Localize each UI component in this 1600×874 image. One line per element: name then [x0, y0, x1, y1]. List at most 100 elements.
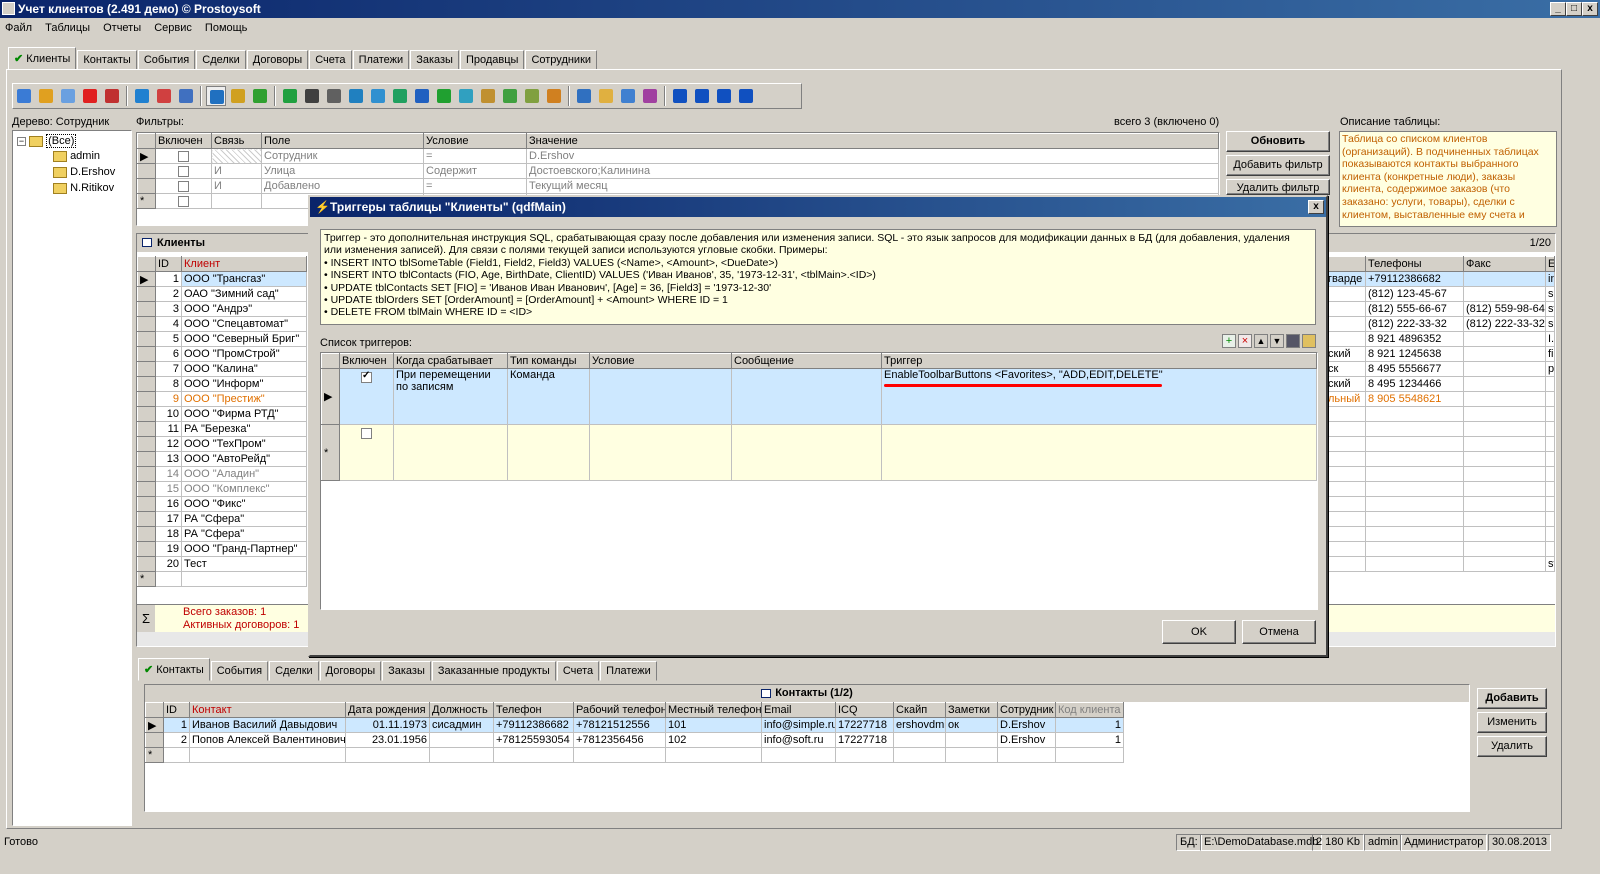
contact-col[interactable]: Заметки	[945, 702, 998, 718]
table-row[interactable]: 18 РА "Сфера"	[137, 526, 307, 542]
tab-deals-sub[interactable]: Сделки	[269, 661, 319, 681]
filter-checkbox[interactable]	[178, 165, 189, 177]
chart-icon[interactable]	[544, 86, 564, 106]
menu-file[interactable]: Файл	[0, 18, 37, 38]
last-record-icon[interactable]	[736, 86, 756, 106]
tab-orders[interactable]: Заказы	[410, 50, 459, 70]
move-up-icon[interactable]: ▲	[1254, 334, 1268, 348]
filter-row[interactable]: И Улица Содержит Достоевского;Калинина	[137, 163, 1219, 179]
trigger-row[interactable]: ▶ При перемещении по записям Команда Ena…	[321, 368, 1317, 425]
delete-filter-button[interactable]: Удалить фильтр	[1226, 179, 1330, 195]
funnel-icon[interactable]	[206, 86, 226, 106]
col-message[interactable]: Сообщение	[731, 353, 882, 369]
table-row[interactable]: 19 ООО "Гранд-Партнер"	[137, 541, 307, 557]
contact-col[interactable]: Телефон	[493, 702, 574, 718]
table-row[interactable]	[1325, 451, 1555, 467]
table-row[interactable]: 7 ООО "Калина"	[137, 361, 307, 377]
menu-help[interactable]: Помощь	[200, 18, 253, 38]
table-row[interactable]: sv	[1325, 556, 1555, 572]
export-icon[interactable]	[390, 86, 410, 106]
table-row[interactable]	[1325, 421, 1555, 437]
add-record-icon[interactable]	[14, 86, 34, 106]
table-export-icon[interactable]	[500, 86, 520, 106]
col-field[interactable]: Поле	[261, 133, 424, 149]
remove-icon[interactable]: ×	[1238, 334, 1252, 348]
table-row[interactable]: ский 8 495 1234466	[1325, 376, 1555, 392]
col-value[interactable]: Значение	[526, 133, 1219, 149]
save-icon[interactable]	[1286, 334, 1300, 348]
menu-service[interactable]: Сервис	[149, 18, 197, 38]
ok-button[interactable]: OK	[1162, 620, 1236, 644]
tab-employees[interactable]: Сотрудники	[525, 50, 598, 70]
filter-icon[interactable]	[132, 86, 152, 106]
table-row[interactable]: 9 ООО "Престиж"	[137, 391, 307, 407]
layout-icon[interactable]	[640, 86, 660, 106]
edit-pencil-icon[interactable]	[36, 86, 56, 106]
contact-col[interactable]: Контакт	[189, 702, 346, 718]
col-fax[interactable]: Факс	[1463, 256, 1546, 272]
trigger-code[interactable]: EnableToolbarButtons <Favorites>, "ADD,E…	[884, 370, 1163, 382]
filter-checkbox[interactable]	[178, 150, 189, 162]
contact-col[interactable]: Дата рождения	[345, 702, 430, 718]
grid-settings-icon[interactable]	[618, 86, 638, 106]
delete-contact-button[interactable]: Удалить	[1477, 736, 1547, 757]
table-row[interactable]: 10 ООО "Фирма РТД"	[137, 406, 307, 422]
tab-clients[interactable]: ✔ Клиенты	[8, 47, 77, 70]
menu-reports[interactable]: Отчеты	[98, 18, 146, 38]
table-row[interactable]: 14 ООО "Аладин"	[137, 466, 307, 482]
tab-contracts[interactable]: Договоры	[246, 50, 309, 70]
table-row[interactable]: 11 РА "Березка"	[137, 421, 307, 437]
delete-x-icon[interactable]	[80, 86, 100, 106]
edit-contact-button[interactable]: Изменить	[1477, 712, 1547, 733]
menu-tables[interactable]: Таблицы	[40, 18, 95, 38]
sort-icon[interactable]	[574, 86, 594, 106]
contact-col[interactable]: ID	[163, 702, 190, 718]
table-row[interactable]: 2 ОАО "Зимний сад"	[137, 286, 307, 302]
tree-filter-icon[interactable]	[228, 86, 248, 106]
new-row[interactable]: *	[137, 571, 307, 587]
table-row[interactable]: (812) 123-45-67sa	[1325, 286, 1555, 302]
col-client[interactable]: Клиент	[181, 256, 307, 272]
table-row[interactable]: 5 ООО "Северный Бриг"	[137, 331, 307, 347]
columns-icon[interactable]	[596, 86, 616, 106]
col-condition[interactable]: Условие	[589, 353, 732, 369]
word-icon[interactable]	[412, 86, 432, 106]
table-row[interactable]: ▶ 1 Иванов Василий Давыдович 01.11.1973 сиса…	[145, 717, 1137, 733]
filter-remove-icon[interactable]	[154, 86, 174, 106]
refresh-icon[interactable]	[280, 86, 300, 106]
tab-events-sub[interactable]: События	[210, 661, 269, 681]
print-icon[interactable]	[324, 86, 344, 106]
tree-item-ritikov[interactable]: N.Ritikov	[53, 182, 114, 194]
table-row[interactable]: ▶ 1 ООО "Трансгаз"	[137, 271, 307, 287]
table-row[interactable]: гварде+79112386682in	[1325, 271, 1555, 287]
table-row[interactable]: 6 ООО "ПромСтрой"	[137, 346, 307, 362]
contact-col[interactable]: Email	[761, 702, 836, 718]
filter-checkbox[interactable]	[178, 180, 189, 192]
col-id[interactable]: ID	[155, 256, 182, 272]
move-down-icon[interactable]: ▼	[1270, 334, 1284, 348]
add-icon[interactable]: +	[1222, 334, 1236, 348]
binoculars-icon[interactable]	[302, 86, 322, 106]
col-e[interactable]: E	[1545, 256, 1555, 272]
table-row[interactable]: 17 РА "Сфера"	[137, 511, 307, 527]
contact-col[interactable]: Сотрудник	[997, 702, 1056, 718]
tree-item-admin[interactable]: admin	[53, 150, 100, 162]
table-row[interactable]	[1325, 436, 1555, 452]
table-row[interactable]: 12 ООО "ТехПром"	[137, 436, 307, 452]
tree-item-ershov[interactable]: D.Ershov	[53, 166, 115, 178]
tab-events[interactable]: События	[137, 50, 196, 70]
calc-icon[interactable]	[522, 86, 542, 106]
contact-col[interactable]: Скайп	[893, 702, 946, 718]
tab-payments-sub[interactable]: Платежи	[600, 661, 657, 681]
col-phones[interactable]: Телефоны	[1365, 256, 1464, 272]
preview-icon[interactable]	[346, 86, 366, 106]
contact-col[interactable]: Рабочий телефон	[573, 702, 666, 718]
tab-invoices-sub[interactable]: Счета	[556, 661, 600, 681]
filter-clear-icon[interactable]	[176, 86, 196, 106]
tab-sellers[interactable]: Продавцы	[459, 50, 525, 70]
col-link[interactable]: Связь	[211, 133, 262, 149]
filter-checkbox[interactable]	[178, 195, 189, 207]
col-when[interactable]: Когда срабатывает	[393, 353, 508, 369]
maximize-button[interactable]: □	[1566, 2, 1582, 16]
col-cond[interactable]: Условие	[423, 133, 527, 149]
